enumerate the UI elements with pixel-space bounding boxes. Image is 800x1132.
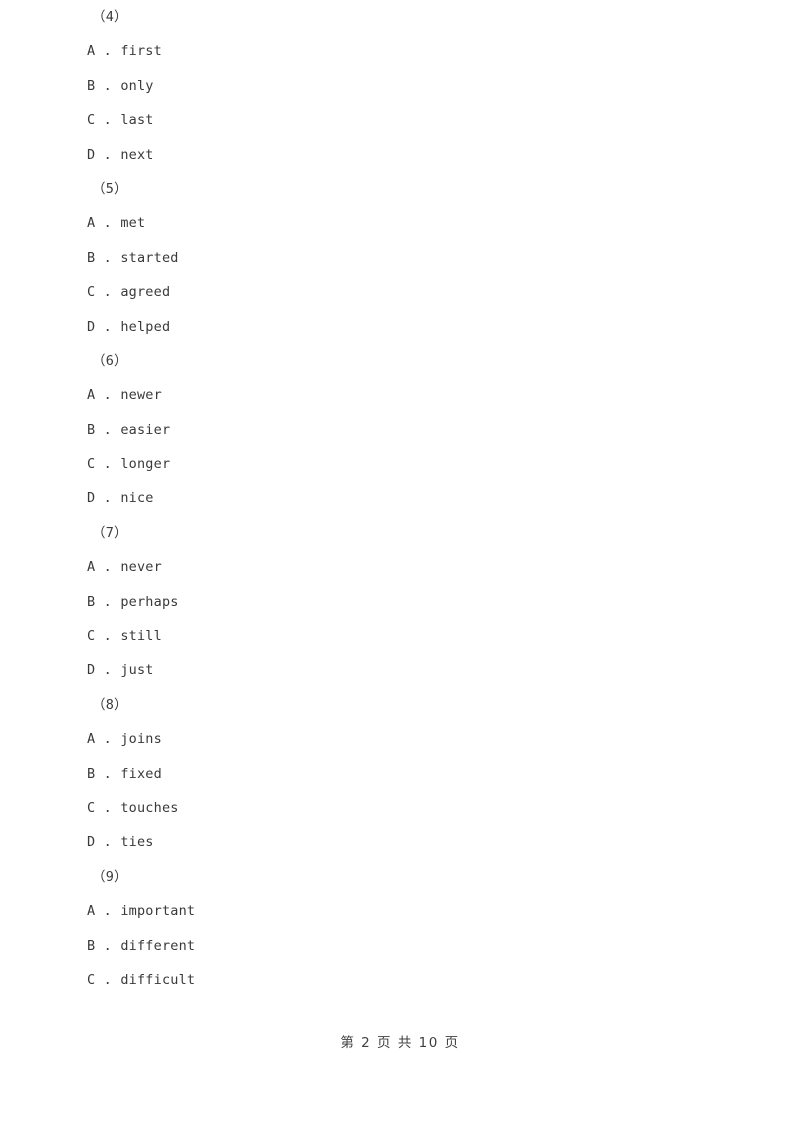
answer-option[interactable]: A . newer	[0, 378, 800, 412]
option-text: perhaps	[120, 593, 179, 610]
answer-option[interactable]: C . still	[0, 619, 800, 653]
option-separator: .	[95, 456, 121, 473]
option-text: next	[120, 146, 154, 163]
option-separator: .	[95, 903, 121, 920]
option-text: never	[120, 559, 162, 576]
option-separator: .	[95, 387, 121, 404]
option-text: important	[120, 903, 196, 920]
answer-option[interactable]: D . next	[0, 138, 800, 172]
answer-option[interactable]: B . started	[0, 241, 800, 275]
answer-option[interactable]: B . only	[0, 69, 800, 103]
option-text: still	[120, 628, 162, 645]
option-separator: .	[95, 318, 121, 335]
answer-option[interactable]: D . nice	[0, 481, 800, 515]
option-separator: .	[95, 731, 121, 748]
option-separator: .	[95, 43, 121, 60]
answer-option[interactable]: C . agreed	[0, 275, 800, 309]
answer-option[interactable]: C . last	[0, 103, 800, 137]
answer-option[interactable]: C . difficult	[0, 963, 800, 997]
option-text: different	[120, 937, 196, 954]
option-separator: .	[95, 112, 121, 129]
question-list: （4） A . first B . only C . last D . next （5） A…	[0, 0, 800, 997]
option-separator: .	[95, 834, 121, 851]
option-text: last	[120, 112, 154, 129]
option-text: started	[120, 249, 179, 266]
answer-option[interactable]: A . never	[0, 550, 800, 584]
question-block: （4） A . first B . only C . last D . next	[0, 0, 800, 172]
answer-option[interactable]: D . ties	[0, 825, 800, 859]
option-text: newer	[120, 387, 162, 404]
question-block: （7） A . never B . perhaps C . still D . just	[0, 516, 800, 688]
option-text: first	[120, 43, 162, 60]
question-number: （8）	[92, 696, 128, 713]
question-number: （9）	[92, 868, 128, 885]
answer-option[interactable]: B . different	[0, 929, 800, 963]
question-block: （5） A . met B . started C . agreed D . helpe…	[0, 172, 800, 344]
option-separator: .	[95, 662, 121, 679]
question-block: （8） A . joins B . fixed C . touches D . ties	[0, 688, 800, 860]
option-separator: .	[95, 215, 121, 232]
answer-option[interactable]: B . perhaps	[0, 585, 800, 619]
answer-option[interactable]: B . fixed	[0, 757, 800, 791]
answer-option[interactable]: A . important	[0, 894, 800, 928]
option-separator: .	[95, 421, 121, 438]
option-text: fixed	[120, 765, 162, 782]
option-text: agreed	[120, 284, 171, 301]
page-footer: 第 2 页 共 10 页	[340, 1035, 460, 1051]
document-page: （4） A . first B . only C . last D . next （5） A…	[0, 0, 800, 1132]
option-text: easier	[120, 421, 171, 438]
question-number: （5）	[92, 180, 128, 197]
option-text: met	[120, 215, 146, 232]
answer-option[interactable]: A . met	[0, 206, 800, 240]
option-separator: .	[95, 799, 121, 816]
option-text: joins	[120, 731, 162, 748]
answer-option[interactable]: C . longer	[0, 447, 800, 481]
answer-option[interactable]: A . joins	[0, 722, 800, 756]
option-separator: .	[95, 628, 121, 645]
question-block: （6） A . newer B . easier C . longer D . nice	[0, 344, 800, 516]
answer-option[interactable]: C . touches	[0, 791, 800, 825]
option-text: nice	[120, 490, 154, 507]
option-text: only	[120, 77, 154, 94]
option-separator: .	[95, 937, 121, 954]
option-separator: .	[95, 765, 121, 782]
option-text: longer	[120, 456, 171, 473]
answer-option[interactable]: A . first	[0, 34, 800, 68]
question-number: （4）	[92, 9, 128, 25]
question-number: （6）	[92, 352, 128, 369]
answer-option[interactable]: D . helped	[0, 310, 800, 344]
answer-option[interactable]: B . easier	[0, 413, 800, 447]
question-number: （7）	[92, 524, 128, 541]
option-separator: .	[95, 249, 121, 266]
option-separator: .	[95, 490, 121, 507]
option-text: touches	[120, 799, 179, 816]
answer-option[interactable]: D . just	[0, 653, 800, 687]
option-separator: .	[95, 77, 121, 94]
option-separator: .	[95, 971, 121, 988]
option-separator: .	[95, 284, 121, 301]
option-text: difficult	[120, 971, 196, 988]
option-text: helped	[120, 318, 171, 335]
option-text: just	[120, 662, 154, 679]
option-separator: .	[95, 146, 121, 163]
option-separator: .	[95, 559, 121, 576]
question-block: （9） A . important B . different C . difficu…	[0, 860, 800, 998]
option-text: ties	[120, 834, 154, 851]
option-separator: .	[95, 593, 121, 610]
